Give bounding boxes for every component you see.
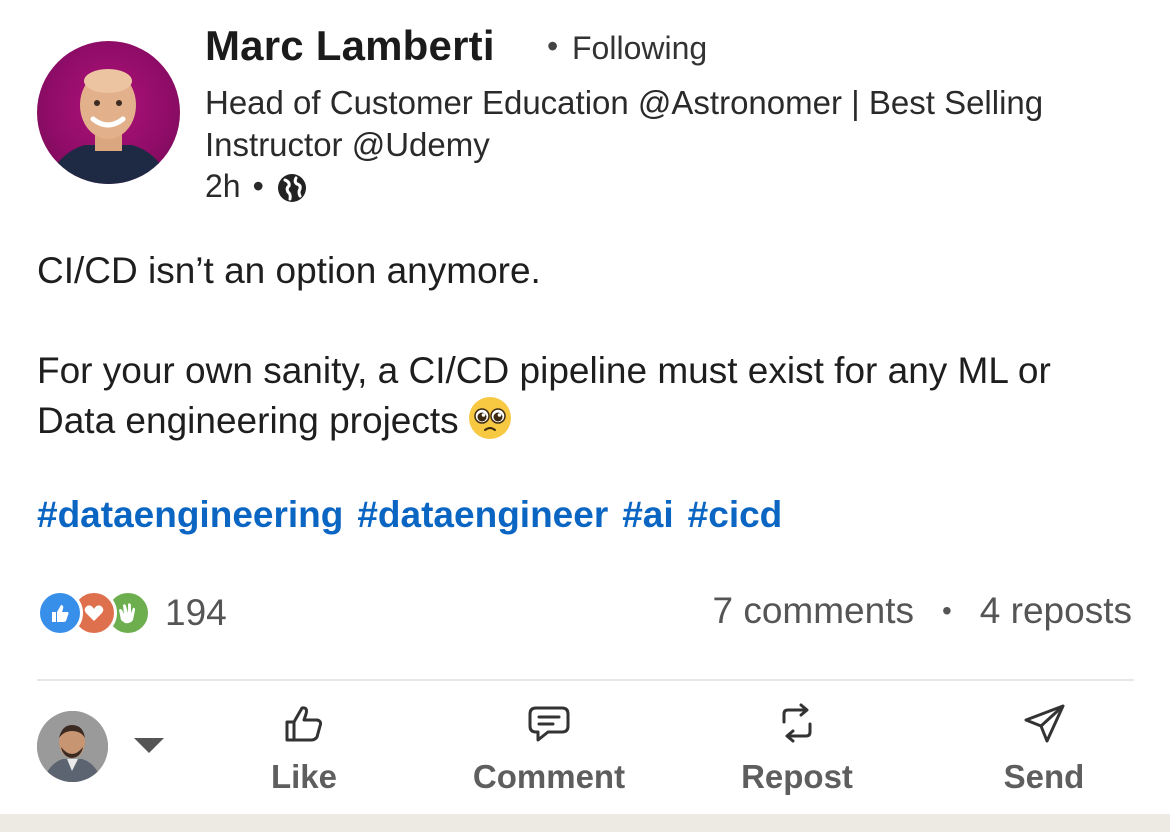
user-avatar-image: [37, 711, 108, 782]
reactions-summary[interactable]: 194: [37, 590, 227, 636]
like-button[interactable]: Like: [268, 700, 340, 796]
like-label: Like: [270, 758, 338, 795]
post-line: For your own sanity, a CI/CD pipeline mu…: [37, 350, 1051, 441]
repost-button[interactable]: Repost: [736, 700, 858, 796]
following-status[interactable]: Following: [572, 30, 707, 67]
follow-separator: •: [547, 28, 559, 64]
globe-icon: [277, 173, 306, 202]
reaction-count: 194: [165, 592, 227, 633]
author-name[interactable]: Marc Lamberti: [205, 22, 495, 70]
comments-count[interactable]: 7 comments: [712, 590, 914, 632]
send-button[interactable]: Send: [1000, 700, 1088, 796]
meta-separator: •: [252, 168, 264, 204]
repost-icon: [782, 703, 812, 743]
post-meta: 2h •: [205, 168, 308, 205]
comment-icon: [528, 706, 570, 742]
thumbs-up-icon: [285, 706, 323, 742]
chevron-down-icon[interactable]: [134, 738, 164, 753]
post-line: CI/CD isn’t an option anymore.: [37, 250, 541, 291]
comment-label: Comment: [472, 758, 626, 795]
repost-label: Repost: [741, 758, 853, 795]
send-icon: [1024, 704, 1065, 743]
post-paragraph: For your own sanity, a CI/CD pipeline mu…: [37, 346, 1137, 446]
author-avatar-image: [47, 69, 170, 184]
reposts-count[interactable]: 4 reposts: [980, 590, 1132, 632]
stats-separator: •: [941, 595, 952, 626]
post-body: CI/CD isn’t an option anymore. For your …: [37, 246, 1137, 446]
hashtag-link[interactable]: #dataengineering: [37, 494, 343, 536]
author-avatar[interactable]: [37, 41, 180, 184]
post-time: 2h: [205, 168, 241, 204]
hashtag-list: #dataengineering #dataengineer #ai #cicd: [37, 494, 782, 536]
bottom-bar: [0, 814, 1170, 832]
comment-button[interactable]: Comment: [465, 700, 633, 796]
hashtag-link[interactable]: #ai: [622, 494, 673, 536]
pleading-face-emoji: [468, 397, 511, 440]
author-headline: Head of Customer Education @Astronomer |…: [205, 84, 1044, 163]
reaction-actor-avatar[interactable]: [37, 711, 108, 782]
send-label: Send: [1003, 758, 1085, 795]
hashtag-link[interactable]: #dataengineer: [357, 494, 608, 536]
divider: [37, 679, 1134, 681]
hashtag-link[interactable]: #cicd: [688, 494, 783, 536]
like-reaction-icon: [37, 590, 83, 636]
engagement-stats: 7 comments • 4 reposts: [712, 590, 1132, 632]
